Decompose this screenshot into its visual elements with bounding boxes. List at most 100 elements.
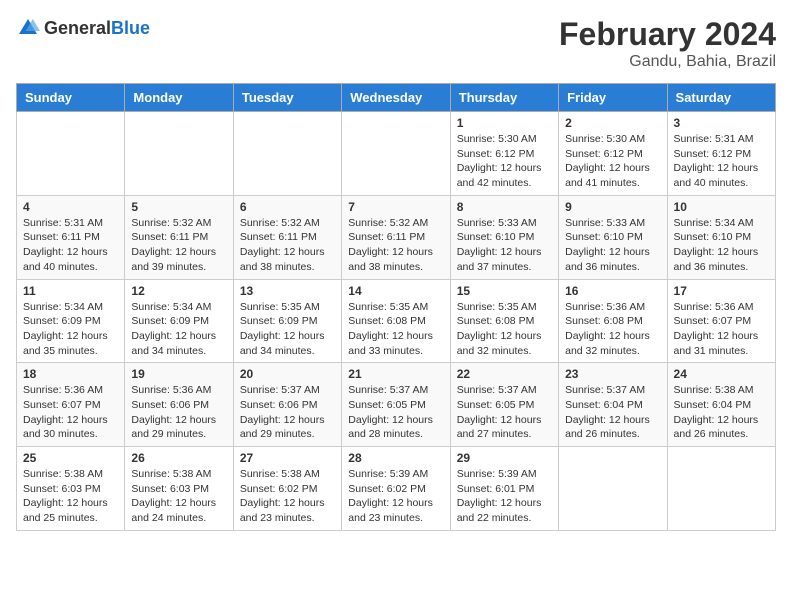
- day-info: Sunrise: 5:36 AM Sunset: 6:08 PM Dayligh…: [565, 300, 660, 359]
- day-number: 27: [240, 451, 335, 465]
- calendar-cell: 23Sunrise: 5:37 AM Sunset: 6:04 PM Dayli…: [559, 363, 667, 447]
- day-number: 9: [565, 200, 660, 214]
- weekday-header-wednesday: Wednesday: [342, 84, 450, 112]
- day-number: 1: [457, 116, 552, 130]
- day-info: Sunrise: 5:36 AM Sunset: 6:07 PM Dayligh…: [23, 383, 118, 442]
- calendar-cell: 26Sunrise: 5:38 AM Sunset: 6:03 PM Dayli…: [125, 447, 233, 531]
- day-number: 29: [457, 451, 552, 465]
- day-number: 25: [23, 451, 118, 465]
- day-number: 28: [348, 451, 443, 465]
- calendar-cell: 29 Sunrise: 5:39 AM Sunset: 6:01 PM Dayli…: [450, 447, 558, 531]
- weekday-header-tuesday: Tuesday: [233, 84, 341, 112]
- day-info: Sunrise: 5:30 AM Sunset: 6:12 PM Dayligh…: [565, 132, 660, 191]
- calendar-cell: 5Sunrise: 5:32 AM Sunset: 6:11 PM Daylig…: [125, 195, 233, 279]
- calendar-week-row: 1 Sunrise: 5:30 AM Sunset: 6:12 PM Daylig…: [17, 112, 776, 196]
- calendar-cell: 8Sunrise: 5:33 AM Sunset: 6:10 PM Daylig…: [450, 195, 558, 279]
- day-number: 20: [240, 367, 335, 381]
- calendar-cell: [667, 447, 775, 531]
- day-number: 14: [348, 284, 443, 298]
- calendar-cell: [559, 447, 667, 531]
- day-info: Sunrise: 5:35 AM Sunset: 6:08 PM Dayligh…: [457, 300, 552, 359]
- calendar-cell: 22 Sunrise: 5:37 AM Sunset: 6:05 PM Dayli…: [450, 363, 558, 447]
- calendar-cell: 17 Sunrise: 5:36 AM Sunset: 6:07 PM Dayli…: [667, 279, 775, 363]
- calendar-cell: 25 Sunrise: 5:38 AM Sunset: 6:03 PM Dayli…: [17, 447, 125, 531]
- day-info: Sunrise: 5:30 AM Sunset: 6:12 PM Dayligh…: [457, 132, 552, 191]
- day-info: Sunrise: 5:33 AM Sunset: 6:10 PM Dayligh…: [457, 216, 552, 275]
- weekday-header-friday: Friday: [559, 84, 667, 112]
- day-number: 13: [240, 284, 335, 298]
- calendar-cell: 20 Sunrise: 5:37 AM Sunset: 6:06 PM Dayli…: [233, 363, 341, 447]
- day-info: Sunrise: 5:37 AM Sunset: 6:05 PM Dayligh…: [457, 383, 552, 442]
- calendar-cell: 21 Sunrise: 5:37 AM Sunset: 6:05 PM Dayli…: [342, 363, 450, 447]
- calendar-cell: 16 Sunrise: 5:36 AM Sunset: 6:08 PM Dayli…: [559, 279, 667, 363]
- day-number: 17: [674, 284, 769, 298]
- day-info: Sunrise: 5:36 AM Sunset: 6:07 PM Dayligh…: [674, 300, 769, 359]
- day-info: Sunrise: 5:34 AM Sunset: 6:09 PM Dayligh…: [23, 300, 118, 359]
- day-number: 10: [674, 200, 769, 214]
- day-info: Sunrise: 5:33 AM Sunset: 6:10 PM Dayligh…: [565, 216, 660, 275]
- calendar-cell: 27Sunrise: 5:38 AM Sunset: 6:02 PM Dayli…: [233, 447, 341, 531]
- day-info: Sunrise: 5:34 AM Sunset: 6:10 PM Dayligh…: [674, 216, 769, 275]
- title-section: February 2024 Gandu, Bahia, Brazil: [559, 16, 776, 71]
- calendar-cell: 14 Sunrise: 5:35 AM Sunset: 6:08 PM Dayli…: [342, 279, 450, 363]
- calendar-cell: 18 Sunrise: 5:36 AM Sunset: 6:07 PM Dayli…: [17, 363, 125, 447]
- weekday-header-monday: Monday: [125, 84, 233, 112]
- calendar-cell: 15 Sunrise: 5:35 AM Sunset: 6:08 PM Dayli…: [450, 279, 558, 363]
- day-number: 26: [131, 451, 226, 465]
- day-info: Sunrise: 5:35 AM Sunset: 6:08 PM Dayligh…: [348, 300, 443, 359]
- calendar-cell: 9 Sunrise: 5:33 AM Sunset: 6:10 PM Daylig…: [559, 195, 667, 279]
- calendar-cell: [17, 112, 125, 196]
- day-info: Sunrise: 5:34 AM Sunset: 6:09 PM Dayligh…: [131, 300, 226, 359]
- calendar-cell: 3 Sunrise: 5:31 AM Sunset: 6:12 PM Daylig…: [667, 112, 775, 196]
- day-info: Sunrise: 5:38 AM Sunset: 6:03 PM Dayligh…: [23, 467, 118, 526]
- weekday-header-sunday: Sunday: [17, 84, 125, 112]
- day-number: 15: [457, 284, 552, 298]
- day-number: 22: [457, 367, 552, 381]
- day-info: Sunrise: 5:37 AM Sunset: 6:06 PM Dayligh…: [240, 383, 335, 442]
- calendar-cell: 6 Sunrise: 5:32 AM Sunset: 6:11 PM Daylig…: [233, 195, 341, 279]
- logo-general: General: [44, 18, 111, 38]
- day-number: 3: [674, 116, 769, 130]
- day-number: 16: [565, 284, 660, 298]
- calendar-cell: 13Sunrise: 5:35 AM Sunset: 6:09 PM Dayli…: [233, 279, 341, 363]
- calendar-header: SundayMondayTuesdayWednesdayThursdayFrid…: [17, 84, 776, 112]
- day-number: 19: [131, 367, 226, 381]
- day-info: Sunrise: 5:31 AM Sunset: 6:12 PM Dayligh…: [674, 132, 769, 191]
- day-number: 12: [131, 284, 226, 298]
- day-info: Sunrise: 5:38 AM Sunset: 6:04 PM Dayligh…: [674, 383, 769, 442]
- logo: GeneralBlue: [16, 16, 150, 40]
- calendar-cell: 28Sunrise: 5:39 AM Sunset: 6:02 PM Dayli…: [342, 447, 450, 531]
- calendar-cell: 1 Sunrise: 5:30 AM Sunset: 6:12 PM Daylig…: [450, 112, 558, 196]
- logo-icon: [16, 16, 40, 40]
- day-number: 4: [23, 200, 118, 214]
- calendar-cell: 2 Sunrise: 5:30 AM Sunset: 6:12 PM Daylig…: [559, 112, 667, 196]
- calendar-body: 1 Sunrise: 5:30 AM Sunset: 6:12 PM Daylig…: [17, 112, 776, 531]
- calendar-cell: 12 Sunrise: 5:34 AM Sunset: 6:09 PM Dayli…: [125, 279, 233, 363]
- calendar-cell: 7Sunrise: 5:32 AM Sunset: 6:11 PM Daylig…: [342, 195, 450, 279]
- day-info: Sunrise: 5:37 AM Sunset: 6:05 PM Dayligh…: [348, 383, 443, 442]
- day-number: 21: [348, 367, 443, 381]
- page-header: GeneralBlue February 2024 Gandu, Bahia, …: [16, 16, 776, 71]
- logo-text: GeneralBlue: [44, 18, 150, 39]
- location-subtitle: Gandu, Bahia, Brazil: [559, 53, 776, 71]
- day-number: 11: [23, 284, 118, 298]
- day-info: Sunrise: 5:39 AM Sunset: 6:01 PM Dayligh…: [457, 467, 552, 526]
- weekday-header-row: SundayMondayTuesdayWednesdayThursdayFrid…: [17, 84, 776, 112]
- day-info: Sunrise: 5:37 AM Sunset: 6:04 PM Dayligh…: [565, 383, 660, 442]
- day-number: 5: [131, 200, 226, 214]
- calendar-week-row: 4Sunrise: 5:31 AM Sunset: 6:11 PM Daylig…: [17, 195, 776, 279]
- logo-blue: Blue: [111, 18, 150, 38]
- day-number: 18: [23, 367, 118, 381]
- calendar-cell: 10 Sunrise: 5:34 AM Sunset: 6:10 PM Dayli…: [667, 195, 775, 279]
- weekday-header-saturday: Saturday: [667, 84, 775, 112]
- calendar-week-row: 25 Sunrise: 5:38 AM Sunset: 6:03 PM Dayli…: [17, 447, 776, 531]
- day-number: 6: [240, 200, 335, 214]
- calendar-cell: [233, 112, 341, 196]
- calendar-table: SundayMondayTuesdayWednesdayThursdayFrid…: [16, 83, 776, 531]
- day-info: Sunrise: 5:32 AM Sunset: 6:11 PM Dayligh…: [240, 216, 335, 275]
- day-number: 2: [565, 116, 660, 130]
- calendar-cell: 11 Sunrise: 5:34 AM Sunset: 6:09 PM Dayli…: [17, 279, 125, 363]
- weekday-header-thursday: Thursday: [450, 84, 558, 112]
- calendar-cell: 24Sunrise: 5:38 AM Sunset: 6:04 PM Dayli…: [667, 363, 775, 447]
- day-number: 7: [348, 200, 443, 214]
